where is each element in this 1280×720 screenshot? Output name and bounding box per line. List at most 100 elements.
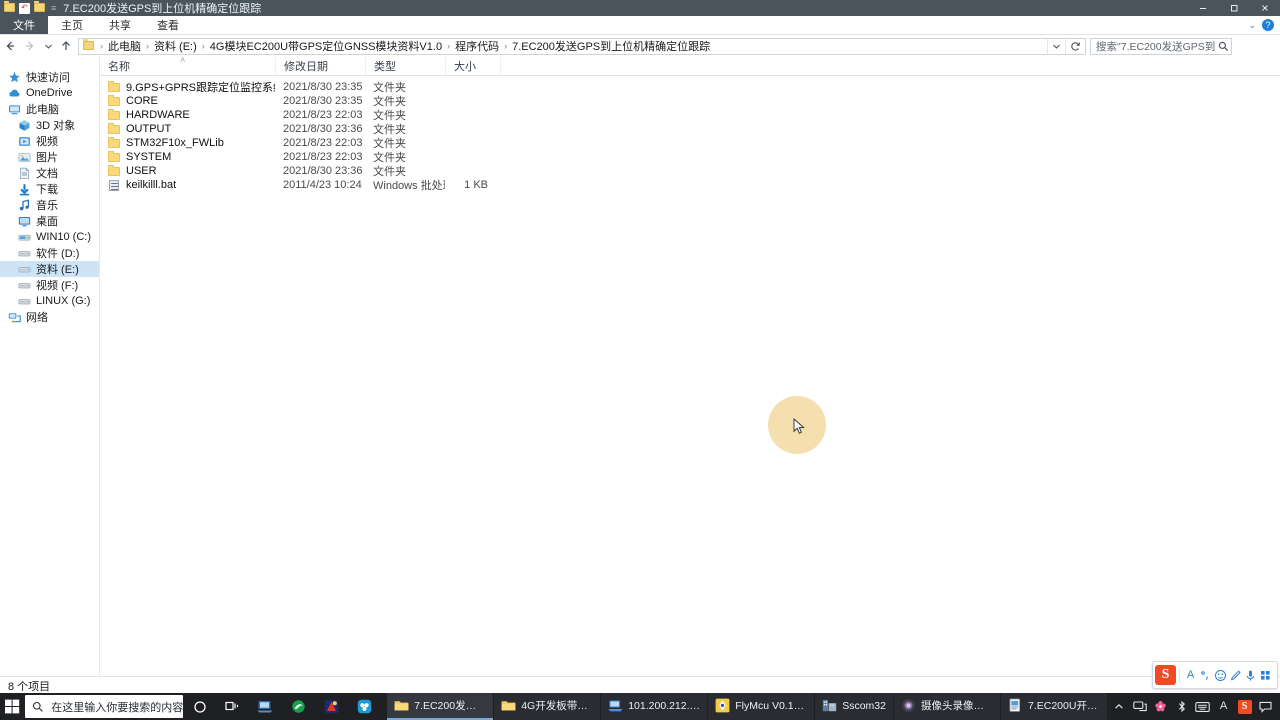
- table-row[interactable]: CORE 2021/8/30 23:35 文件夹: [100, 94, 1280, 108]
- table-row[interactable]: 9.GPS+GPRS跟踪定位监控系统 2021/8/30 23:35 文件夹: [100, 80, 1280, 94]
- pin-icon: [8, 71, 21, 84]
- task-view-button[interactable]: [216, 693, 249, 720]
- column-header-name[interactable]: 名称 ˄: [100, 55, 275, 75]
- network-icon: [8, 311, 21, 324]
- new-folder-icon[interactable]: [34, 2, 45, 14]
- tab-home[interactable]: 主页: [48, 16, 96, 34]
- search-icon[interactable]: [1215, 41, 1231, 52]
- sidebar-item-6[interactable]: 文档: [0, 165, 99, 181]
- sogou-tray-icon[interactable]: S: [1234, 693, 1255, 720]
- minimize-button[interactable]: [1187, 0, 1218, 16]
- breadcrumb-separator[interactable]: ›: [199, 41, 208, 51]
- sidebar-item-14[interactable]: LINUX (G:): [0, 293, 99, 309]
- browser-icon[interactable]: [282, 693, 315, 720]
- sidebar-item-1[interactable]: OneDrive: [0, 85, 99, 101]
- sidebar-item-8[interactable]: 音乐: [0, 197, 99, 213]
- sidebar-item-0[interactable]: 快速访问: [0, 69, 99, 85]
- voice-input-icon[interactable]: [1243, 665, 1258, 685]
- recent-locations-button[interactable]: [40, 35, 56, 57]
- table-row[interactable]: STM32F10x_FWLib 2021/8/23 22:03 文件夹: [100, 136, 1280, 150]
- taskbar-app-2[interactable]: 101.200.212.2...: [601, 693, 708, 720]
- bluetooth-icon[interactable]: [1171, 693, 1192, 720]
- table-row[interactable]: OUTPUT 2021/8/30 23:36 文件夹: [100, 122, 1280, 136]
- column-header-date[interactable]: 修改日期: [275, 57, 365, 75]
- breadcrumb-separator[interactable]: ›: [444, 41, 453, 51]
- file-rows: 9.GPS+GPRS跟踪定位监控系统 2021/8/30 23:35 文件夹 CORE…: [100, 76, 1280, 192]
- sogou-logo-icon[interactable]: S: [1155, 665, 1176, 685]
- flower-icon[interactable]: [1150, 693, 1171, 720]
- taskbar-search-box[interactable]: 在这里输入你要搜索的内容: [25, 695, 184, 718]
- punctuation-button[interactable]: [1198, 665, 1213, 685]
- column-header-name-label: 名称: [108, 61, 130, 73]
- taskbar-app-label: 4G开发板带GPS: [521, 700, 594, 712]
- action-center-icon[interactable]: [1255, 693, 1276, 720]
- column-header-type[interactable]: 类型: [365, 57, 445, 75]
- sidebar-item-13[interactable]: 视频 (F:): [0, 277, 99, 293]
- breadcrumb-separator[interactable]: ›: [501, 41, 510, 51]
- sidebar-item-4[interactable]: 视频: [0, 133, 99, 149]
- table-row[interactable]: keilkilll.bat 2011/4/23 10:24 Windows 批处理.…: [100, 178, 1280, 192]
- help-icon[interactable]: ?: [1262, 19, 1274, 31]
- table-row[interactable]: HARDWARE 2021/8/23 22:03 文件夹: [100, 108, 1280, 122]
- start-button[interactable]: [0, 693, 25, 720]
- forward-button[interactable]: [20, 35, 40, 57]
- tab-share[interactable]: 共享: [96, 16, 144, 34]
- sidebar-item-5[interactable]: 图片: [0, 149, 99, 165]
- breadcrumb-item-module-docs[interactable]: 4G模块EC200U带GPS定位GNSS模块资料V1.0: [208, 38, 444, 54]
- refresh-icon[interactable]: [1065, 38, 1085, 54]
- file-explorer-window: ↶ ≡ 7.EC200发送GPS到上位机精确定位跟踪 文件 主页 共享 查看 ⌄…: [0, 0, 1280, 720]
- search-input[interactable]: 搜索"7.EC200发送GPS到上...: [1091, 39, 1215, 54]
- search-box[interactable]: 搜索"7.EC200发送GPS到上...: [1090, 37, 1232, 55]
- folder-icon: [108, 108, 121, 122]
- handwriting-pencil-icon[interactable]: [1228, 665, 1243, 685]
- ime-keyboard-icon[interactable]: [1192, 693, 1213, 720]
- properties-icon[interactable]: [4, 2, 15, 14]
- taskbar-app-6[interactable]: 7.EC200U开发...: [1001, 693, 1107, 720]
- sidebar-item-10[interactable]: WIN10 (C:): [0, 229, 99, 245]
- breadcrumb-separator[interactable]: ›: [143, 41, 152, 51]
- sidebar-item-3[interactable]: 3D 对象: [0, 117, 99, 133]
- emoji-button[interactable]: [1213, 665, 1228, 685]
- remote-desktop-icon[interactable]: [249, 693, 282, 720]
- address-bar[interactable]: › 此电脑 › 资料 (E:) › 4G模块EC200U带GPS定位GNSS模块…: [78, 37, 1086, 55]
- table-row[interactable]: SYSTEM 2021/8/23 22:03 文件夹: [100, 150, 1280, 164]
- sidebar-item-2[interactable]: 此电脑: [0, 101, 99, 117]
- item-count-label: 8 个项目: [8, 680, 51, 693]
- cortana-button[interactable]: [183, 693, 216, 720]
- taskbar-app-5[interactable]: 摄像头录像大师: [894, 693, 1000, 720]
- undo-icon[interactable]: ↶: [19, 2, 30, 14]
- sidebar-item-11[interactable]: 软件 (D:): [0, 245, 99, 261]
- ribbon-right-controls: ⌄ ?: [1248, 16, 1280, 34]
- chevron-down-icon[interactable]: ⌄: [1248, 20, 1256, 30]
- breadcrumb-item-source-code[interactable]: 程序代码: [453, 38, 501, 54]
- ime-language-icon[interactable]: A: [1213, 693, 1234, 720]
- qat-dropdown-icon[interactable]: ≡: [49, 3, 58, 13]
- input-mode-button[interactable]: A: [1183, 665, 1198, 685]
- table-row[interactable]: USER 2021/8/30 23:36 文件夹: [100, 164, 1280, 178]
- sidebar-item-15[interactable]: 网络: [0, 309, 99, 325]
- tab-file[interactable]: 文件: [0, 16, 48, 34]
- address-dropdown-icon[interactable]: [1047, 38, 1065, 54]
- breadcrumb-item-this-pc[interactable]: 此电脑: [106, 38, 143, 54]
- close-button[interactable]: [1249, 0, 1280, 16]
- sidebar-item-9[interactable]: 桌面: [0, 213, 99, 229]
- breadcrumb-item-drive-e[interactable]: 资料 (E:): [152, 38, 199, 54]
- column-header-size[interactable]: 大小: [445, 57, 500, 75]
- taskbar-app-1[interactable]: 4G开发板带GPS: [494, 693, 601, 720]
- sidebar-item-7[interactable]: 下载: [0, 181, 99, 197]
- back-button[interactable]: [0, 35, 20, 57]
- cloud-app-icon[interactable]: [348, 693, 381, 720]
- taskbar-app-3[interactable]: FlyMcu V0.188...: [708, 693, 815, 720]
- up-button[interactable]: [56, 35, 76, 57]
- show-hidden-icons-chevron[interactable]: [1108, 693, 1129, 720]
- tab-view[interactable]: 查看: [144, 16, 192, 34]
- cell-date: 2021/8/30 23:35: [283, 95, 363, 107]
- sidebar-item-12[interactable]: 资料 (E:): [0, 261, 99, 277]
- taskbar-app-0[interactable]: 7.EC200发送GP...: [387, 693, 494, 720]
- maximize-restore-button[interactable]: [1218, 0, 1249, 16]
- network-icon[interactable]: [1129, 693, 1150, 720]
- toolbox-grid-icon[interactable]: [1258, 665, 1273, 685]
- breadcrumb-item-current[interactable]: 7.EC200发送GPS到上位机精确定位跟踪: [510, 38, 712, 54]
- app-icon[interactable]: [315, 693, 348, 720]
- taskbar-app-4[interactable]: Sscom32: [815, 693, 893, 720]
